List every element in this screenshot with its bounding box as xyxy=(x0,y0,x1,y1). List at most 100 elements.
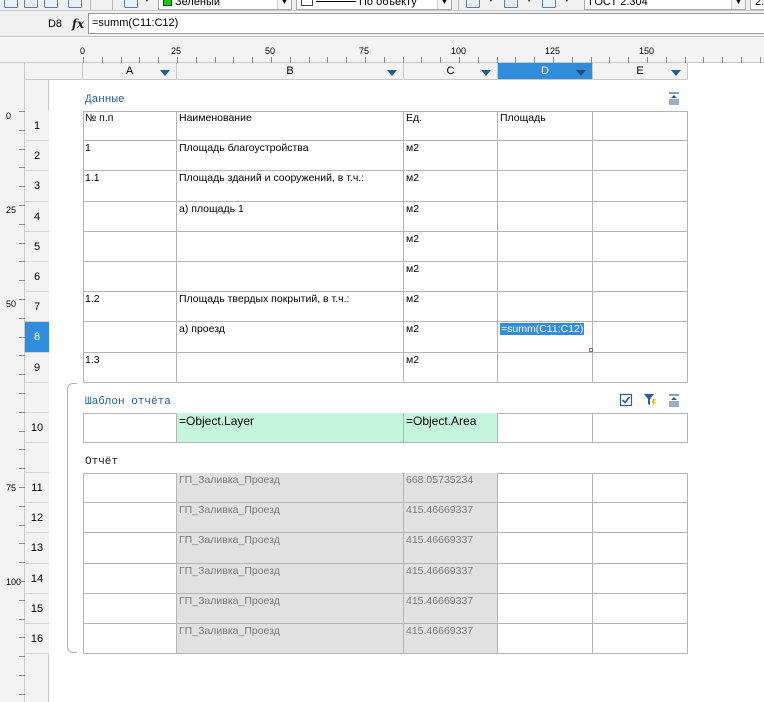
chevron-down-icon[interactable]: ▼ xyxy=(142,0,152,5)
cell-c5[interactable]: м2 xyxy=(404,232,498,262)
color-select[interactable]: Зеленый ▼ xyxy=(158,0,292,10)
column-header-c[interactable]: C xyxy=(404,63,498,80)
cell-d3[interactable] xyxy=(498,171,593,202)
cell-c15[interactable]: 415.46669337 xyxy=(404,594,498,624)
cell-e2[interactable] xyxy=(593,141,688,171)
cell-c11[interactable]: 668.05735234 xyxy=(404,473,498,503)
cell-b7[interactable]: Площадь твердых покрытий, в т.ч.: xyxy=(177,292,404,322)
cell-b9[interactable] xyxy=(177,353,404,383)
cell-e15[interactable] xyxy=(593,594,688,624)
cell-a14[interactable] xyxy=(83,564,177,594)
cell-e8[interactable] xyxy=(593,322,688,353)
column-header-e[interactable]: E xyxy=(593,63,688,80)
cell-d8[interactable]: =summ(C11:C12) xyxy=(498,322,593,353)
cell-c7[interactable]: м2 xyxy=(404,292,498,322)
cell-a3[interactable]: 1.1 xyxy=(83,171,177,202)
cell-b14[interactable]: ГП_Заливка_Проезд xyxy=(177,564,404,594)
cell-a9[interactable]: 1.3 xyxy=(83,353,177,383)
font-standard-select[interactable]: ГОСТ 2.304 ▼ xyxy=(584,0,746,10)
cell-a8[interactable] xyxy=(83,322,177,353)
cell-d2[interactable] xyxy=(498,141,593,171)
cell-d9[interactable] xyxy=(498,353,593,383)
cell-e3[interactable] xyxy=(593,171,688,202)
valign-icon[interactable] xyxy=(504,0,518,8)
cell-d5[interactable] xyxy=(498,232,593,262)
table-grid-icon[interactable] xyxy=(24,0,38,8)
row-header-[interactable] xyxy=(25,383,49,413)
chevron-down-icon[interactable]: ▼ xyxy=(524,0,534,5)
cell-e9[interactable] xyxy=(593,353,688,383)
cell-b8[interactable]: а) проезд xyxy=(177,322,404,353)
function-icon[interactable]: fx xyxy=(70,15,86,33)
cell-a1[interactable]: № п.п xyxy=(83,111,177,141)
table-icon[interactable] xyxy=(4,0,18,8)
cell-d16[interactable] xyxy=(498,624,593,654)
cell-b1[interactable]: Наименование xyxy=(177,111,404,141)
linetype-select[interactable]: По объекту ▼ xyxy=(296,0,452,10)
row-header-13[interactable]: 13 xyxy=(25,533,49,564)
cell-d15[interactable] xyxy=(498,594,593,624)
border-style-icon[interactable] xyxy=(124,0,138,8)
cell-b13[interactable]: ГП_Заливка_Проезд xyxy=(177,533,404,564)
row-header-9[interactable]: 9 xyxy=(25,353,49,383)
cell-a6[interactable] xyxy=(83,262,177,292)
cell-e1[interactable] xyxy=(593,111,688,141)
cell-a12[interactable] xyxy=(83,503,177,533)
row-header-11[interactable]: 11 xyxy=(25,473,49,503)
column-header-d[interactable]: D xyxy=(498,63,593,80)
cell-c9[interactable]: м2 xyxy=(404,353,498,383)
align-icon[interactable] xyxy=(466,0,480,8)
cell-a2[interactable]: 1 xyxy=(83,141,177,171)
row-header-2[interactable]: 2 xyxy=(25,141,49,171)
cell-d11[interactable] xyxy=(498,473,593,503)
table-format-icon[interactable] xyxy=(68,0,82,8)
collapse-section-icon[interactable] xyxy=(667,393,681,407)
cell-a16[interactable] xyxy=(83,624,177,654)
row-header-10[interactable]: 10 xyxy=(25,413,49,443)
cell-d6[interactable] xyxy=(498,262,593,292)
cell-e6[interactable] xyxy=(593,262,688,292)
row-header-1[interactable]: 1 xyxy=(25,111,49,141)
row-header-3[interactable]: 3 xyxy=(25,171,49,202)
cell-b16[interactable]: ГП_Заливка_Проезд xyxy=(177,624,404,654)
cell-c16[interactable]: 415.46669337 xyxy=(404,624,498,654)
filter-icon[interactable] xyxy=(643,393,657,407)
cell-c1[interactable]: Ед. xyxy=(404,111,498,141)
cell-c2[interactable]: м2 xyxy=(404,141,498,171)
column-filter-icon[interactable] xyxy=(160,70,170,76)
cell-a11[interactable] xyxy=(83,473,177,503)
column-header-b[interactable]: B xyxy=(177,63,404,80)
cell-e4[interactable] xyxy=(593,202,688,232)
cell-b12[interactable]: ГП_Заливка_Проезд xyxy=(177,503,404,533)
cell-e13[interactable] xyxy=(593,533,688,564)
row-header-16[interactable]: 16 xyxy=(25,624,49,654)
row-header-[interactable] xyxy=(25,443,49,473)
font-size-select[interactable]: 2. xyxy=(750,0,764,10)
chevron-down-icon[interactable]: ▼ xyxy=(562,0,572,5)
cell-b5[interactable] xyxy=(177,232,404,262)
cell-d13[interactable] xyxy=(498,533,593,564)
cell-b4[interactable]: а) площадь 1 xyxy=(177,202,404,232)
cell-a15[interactable] xyxy=(83,594,177,624)
cell-e7[interactable] xyxy=(593,292,688,322)
row-header-8[interactable]: 8 xyxy=(25,322,49,353)
chevron-down-icon[interactable]: ▼ xyxy=(486,0,496,5)
cell-a5[interactable] xyxy=(83,232,177,262)
column-header-a[interactable]: A xyxy=(83,63,177,80)
chevron-down-icon[interactable]: ▼ xyxy=(277,0,291,9)
collapse-section-icon[interactable] xyxy=(667,91,681,105)
cell-e16[interactable] xyxy=(593,624,688,654)
formula-input[interactable]: =summ(C11:C12) xyxy=(88,13,764,34)
table-insert-icon[interactable] xyxy=(44,0,58,8)
chevron-down-icon[interactable]: ▼ xyxy=(731,0,745,9)
cell-d1[interactable]: Площадь xyxy=(498,111,593,141)
row-header-14[interactable]: 14 xyxy=(25,564,49,594)
cell-c8[interactable]: м2 xyxy=(404,322,498,353)
cell-e12[interactable] xyxy=(593,503,688,533)
column-filter-icon[interactable] xyxy=(481,70,491,76)
cell-d12[interactable] xyxy=(498,503,593,533)
cell-e14[interactable] xyxy=(593,564,688,594)
row-header-7[interactable]: 7 xyxy=(25,292,49,322)
cell-reference[interactable]: D8 xyxy=(0,15,66,33)
cell-a7[interactable]: 1.2 xyxy=(83,292,177,322)
